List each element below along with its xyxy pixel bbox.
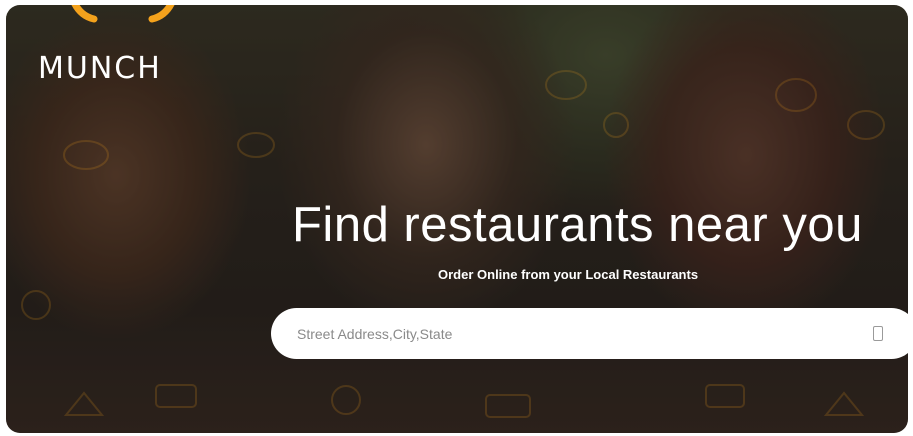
hero-subheadline: Order Online from your Local Restaurants <box>438 267 699 282</box>
hero-section: MUNCH Find restaurants near you Order On… <box>6 5 908 433</box>
munch-logo-text[interactable]: MUNCH <box>38 51 162 86</box>
hero-headline: Find restaurants near you <box>292 198 863 252</box>
address-search-bar[interactable] <box>271 308 908 359</box>
munch-logo-arc <box>71 5 175 23</box>
location-icon[interactable] <box>873 326 883 341</box>
address-search-input[interactable] <box>297 308 837 359</box>
